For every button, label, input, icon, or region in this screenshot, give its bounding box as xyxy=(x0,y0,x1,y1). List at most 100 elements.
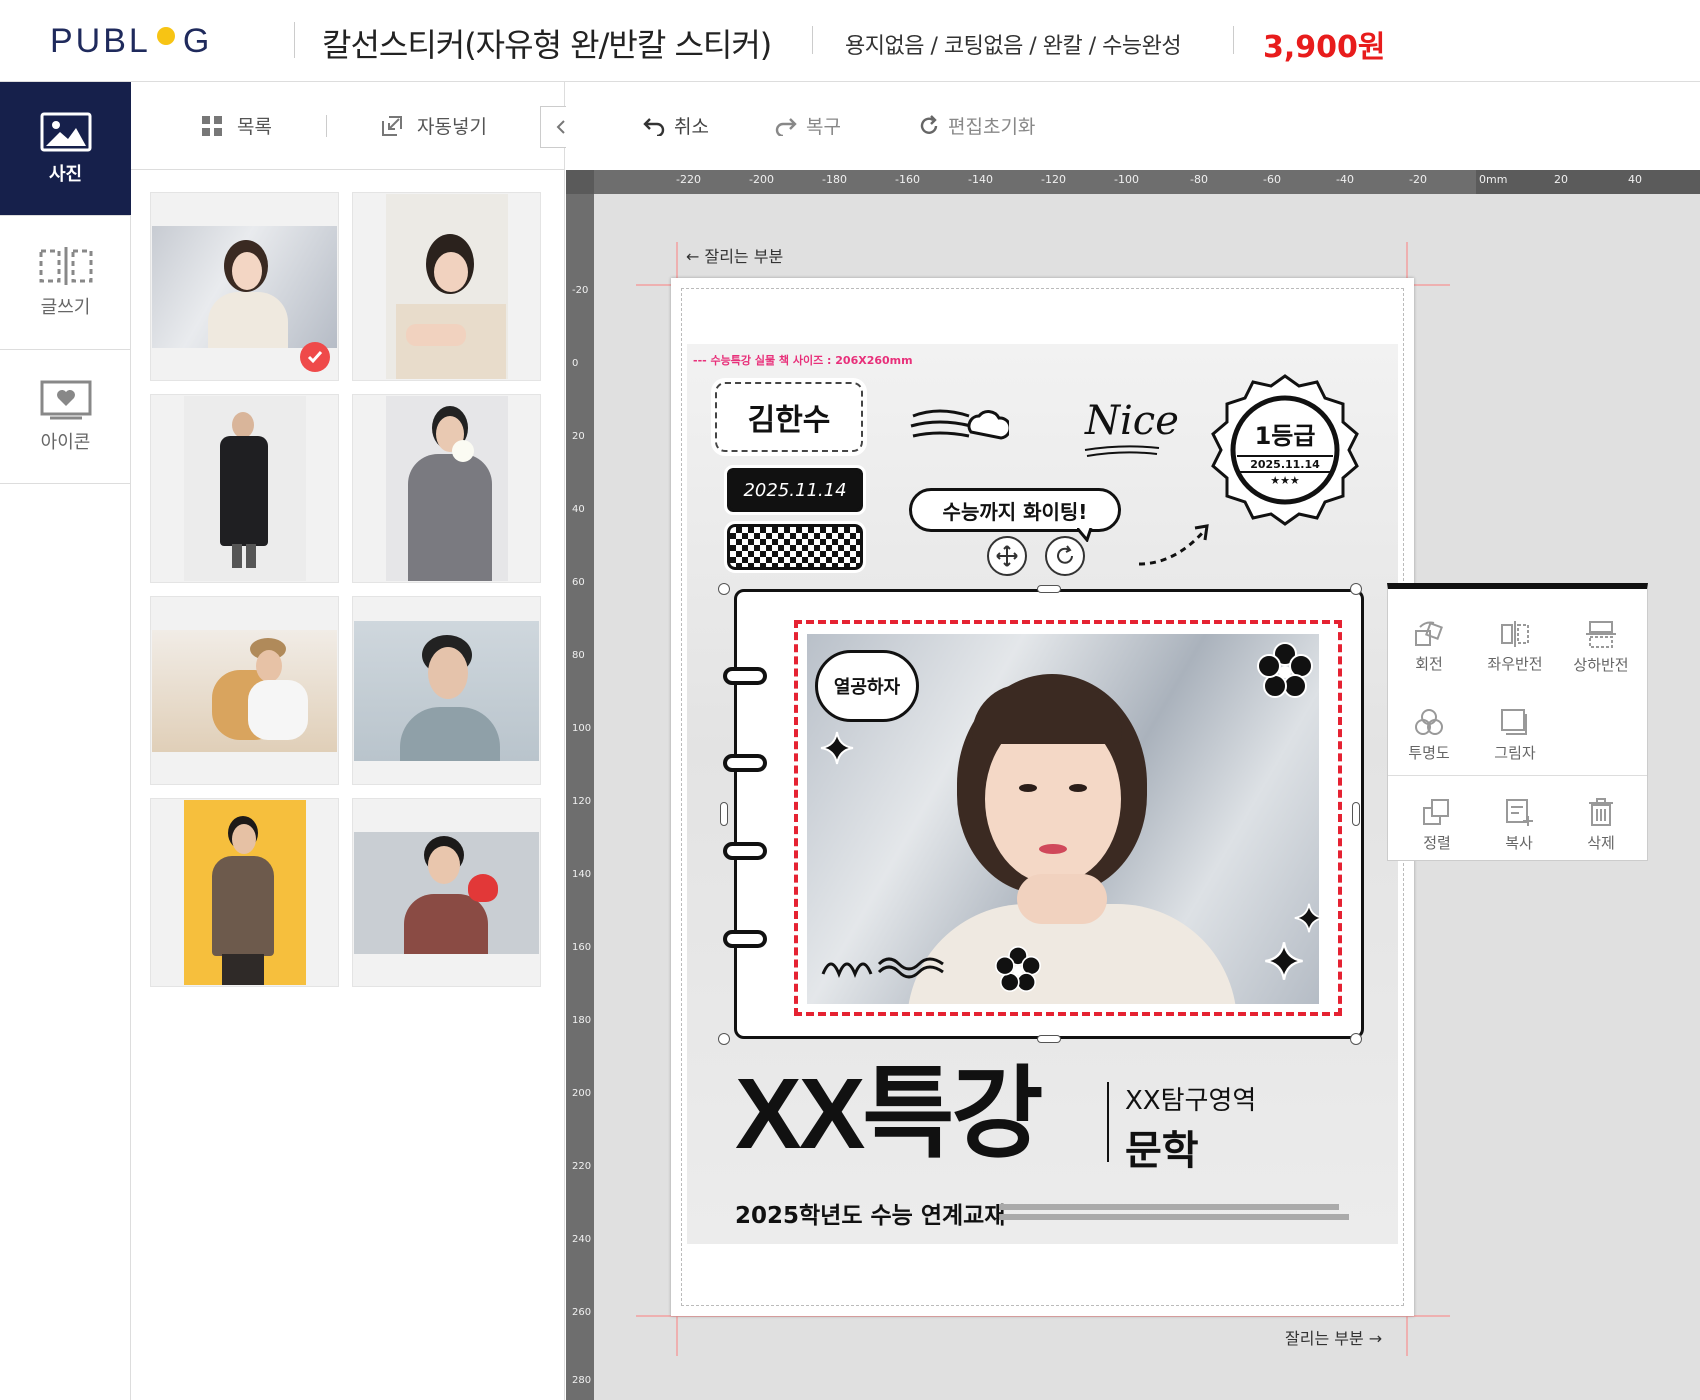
photo-panel: 목록 자동넣기 xyxy=(131,82,582,1400)
photo-thumb[interactable] xyxy=(352,596,541,785)
redo-icon xyxy=(775,117,797,136)
resize-handle[interactable] xyxy=(1037,1035,1061,1043)
ruler-label: 100 xyxy=(572,723,592,734)
binder-ring xyxy=(723,754,767,772)
flip-horizontal-menu-item[interactable]: 좌우반전 xyxy=(1474,607,1556,687)
reset-edit-button[interactable]: 편집초기화 xyxy=(918,112,1035,139)
move-handle-button[interactable] xyxy=(987,536,1027,576)
flip-horizontal-icon xyxy=(1501,620,1529,647)
binder-ring xyxy=(723,930,767,948)
rotate-handle-button[interactable] xyxy=(1045,536,1085,576)
ruler-label: 120 xyxy=(572,796,592,807)
design-area[interactable]: --- 수능특강 실물 책 사이즈 : 206X260mm 김한수 2025.1… xyxy=(687,344,1398,1244)
photo-image xyxy=(354,831,539,954)
product-title: 칼선스티커(자유형 완/반칼 스티커) xyxy=(322,26,772,64)
textbook-line[interactable]: 2025학년도 수능 연계교재 xyxy=(735,1196,1005,1230)
resize-handle[interactable] xyxy=(720,802,728,826)
resize-handle[interactable] xyxy=(1350,1033,1362,1045)
ruler-label: 280 xyxy=(572,1375,592,1386)
photo-thumb[interactable] xyxy=(150,596,339,785)
checker-sticker[interactable] xyxy=(724,521,866,573)
nav-item-text[interactable]: 글쓰기 xyxy=(0,216,131,350)
menu-separator xyxy=(1388,775,1647,776)
product-options: 용지없음 / 코팅없음 / 완칼 / 수능완성 xyxy=(845,34,1182,59)
photo-thumb[interactable] xyxy=(352,192,541,381)
publog-logo[interactable]: PUBL G xyxy=(50,22,212,61)
list-label: 목록 xyxy=(237,116,272,138)
undo-button[interactable]: 취소 xyxy=(642,112,709,139)
opacity-menu-item[interactable]: 투명도 xyxy=(1388,695,1470,775)
resize-handle[interactable] xyxy=(1350,583,1362,595)
flower-icon[interactable] xyxy=(995,946,1041,992)
ruler-label: 140 xyxy=(572,869,592,880)
squiggle-icon[interactable] xyxy=(819,944,949,984)
resize-handle[interactable] xyxy=(718,1033,730,1045)
menu-label: 상하반전 xyxy=(1573,655,1629,674)
decorative-gray-bars xyxy=(999,1204,1349,1220)
cloud-lines-icon[interactable] xyxy=(909,402,1009,448)
photo-thumb[interactable] xyxy=(150,192,339,381)
photo-image xyxy=(152,629,337,752)
sticker-icon xyxy=(40,380,91,419)
flip-vertical-icon xyxy=(1586,620,1616,648)
redo-button[interactable]: 복구 xyxy=(774,112,841,139)
sparkle-icon[interactable] xyxy=(1263,940,1305,982)
nav-label: 아이콘 xyxy=(40,431,91,453)
sticker-sheet[interactable]: --- 수능특강 실물 책 사이즈 : 206X260mm 김한수 2025.1… xyxy=(671,278,1414,1316)
photo-frame-sticker[interactable]: 열공하자 xyxy=(723,589,1364,1039)
flower-icon[interactable] xyxy=(1257,642,1313,698)
photo-thumb[interactable] xyxy=(150,798,339,987)
photo-image xyxy=(385,396,508,581)
list-button[interactable]: 목록 xyxy=(201,112,272,139)
menu-label: 그림자 xyxy=(1494,743,1536,762)
rotate-icon xyxy=(1415,621,1443,646)
sparkle-icon[interactable] xyxy=(1293,902,1325,934)
nav-label: 글쓰기 xyxy=(40,296,91,318)
top-header: PUBL G 칼선스티커(자유형 완/반칼 스티커) 용지없음 / 코팅없음 / … xyxy=(0,0,1700,82)
arrange-menu-item[interactable]: 정렬 xyxy=(1396,785,1478,865)
big-title-text[interactable]: XX특강 xyxy=(735,1064,1043,1164)
subject-line-1[interactable]: XX탐구영역 xyxy=(1125,1080,1256,1117)
photo-thumb[interactable] xyxy=(352,798,541,987)
menu-label: 좌우반전 xyxy=(1487,654,1543,673)
shadow-icon xyxy=(1501,708,1527,735)
ruler-corner xyxy=(566,170,594,194)
photo-thumb[interactable] xyxy=(150,394,339,583)
nav-item-icon[interactable]: 아이콘 xyxy=(0,350,131,484)
ruler-label: -160 xyxy=(895,173,920,186)
object-context-menu: 회전 좌우반전 상하반전 투명도 그림자 정렬 복사 삭제 xyxy=(1387,583,1648,861)
resize-handle[interactable] xyxy=(718,583,730,595)
nice-sticker[interactable]: Nice xyxy=(1085,398,1179,444)
arrange-icon xyxy=(1423,798,1449,825)
nav-item-photo[interactable]: 사진 xyxy=(0,82,131,216)
selected-check-icon xyxy=(300,342,330,372)
copy-menu-item[interactable]: 복사 xyxy=(1478,785,1560,865)
bubble-tail xyxy=(1077,528,1093,542)
photo-thumb[interactable] xyxy=(352,394,541,583)
auto-fill-button[interactable]: 자동넣기 xyxy=(381,112,487,139)
left-nav: 사진 글쓰기 아이콘 xyxy=(0,82,131,1400)
photo-image xyxy=(354,620,539,761)
dashed-arrow-icon[interactable] xyxy=(1135,520,1215,570)
vertical-ruler: -20 0 20 40 60 80 100 120 140 160 180 20… xyxy=(566,170,594,1400)
menu-label: 투명도 xyxy=(1408,743,1450,762)
resize-handle[interactable] xyxy=(1037,585,1061,593)
header-divider xyxy=(294,22,295,58)
date-sticker[interactable]: 2025.11.14 xyxy=(724,465,866,515)
ruler-label: 20 xyxy=(1554,173,1568,186)
subject-line-2[interactable]: 문학 xyxy=(1125,1118,1199,1176)
delete-menu-item[interactable]: 삭제 xyxy=(1560,785,1642,865)
cheer-sticker[interactable]: 수능까지 화이팅! xyxy=(909,488,1121,532)
refresh-icon xyxy=(920,114,938,134)
resize-handle[interactable] xyxy=(1352,802,1360,826)
shadow-menu-item[interactable]: 그림자 xyxy=(1474,695,1556,775)
ruler-label: -40 xyxy=(1336,173,1354,186)
ruler-label: 20 xyxy=(572,431,585,442)
name-sticker[interactable]: 김한수 xyxy=(711,378,867,456)
grade-badge-sticker[interactable]: 1등급 2025.11.14 ★★★ xyxy=(1207,372,1363,528)
flip-vertical-menu-item[interactable]: 상하반전 xyxy=(1560,607,1642,687)
rotate-menu-item[interactable]: 회전 xyxy=(1388,607,1470,687)
sparkle-icon[interactable] xyxy=(819,730,855,766)
study-hard-sticker[interactable]: 열공하자 xyxy=(815,650,919,722)
photo-image xyxy=(385,194,508,379)
